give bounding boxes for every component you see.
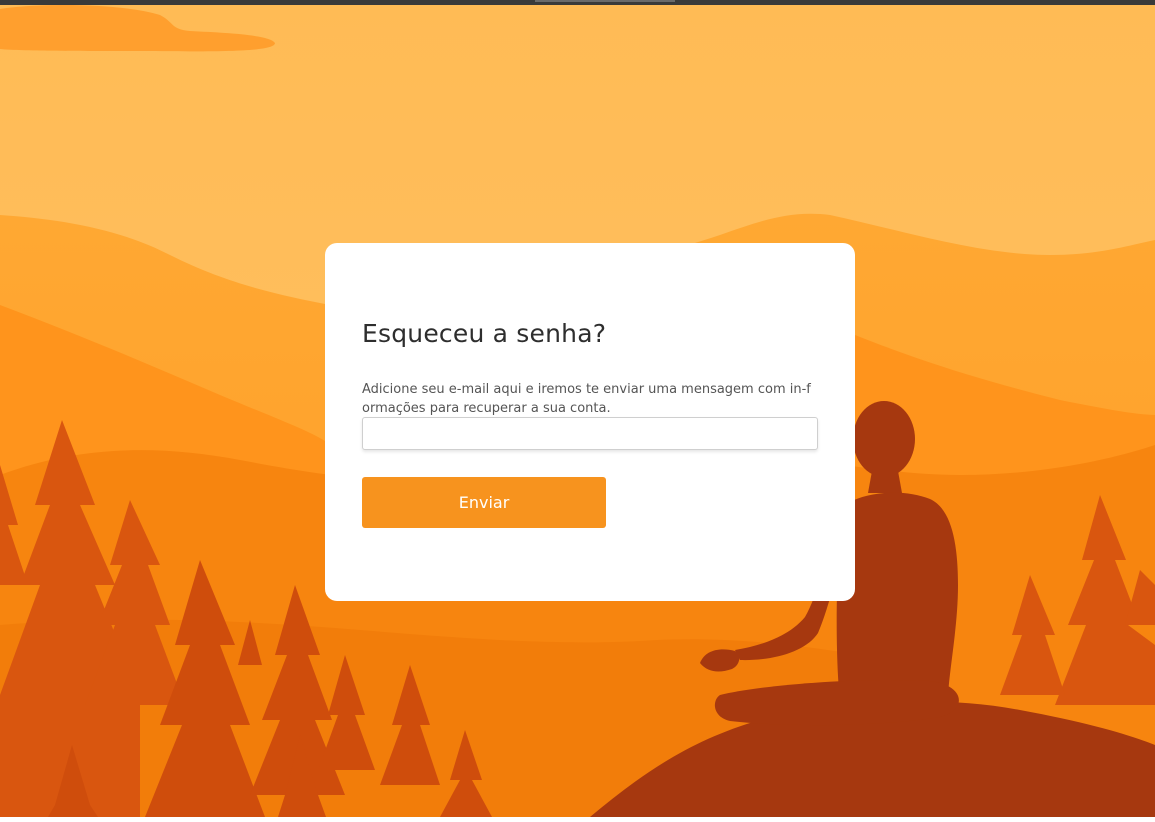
recovery-title: Esqueceu a senha? bbox=[362, 319, 607, 348]
login-page: Esqueceu a senha? Adicione seu e-mail aq… bbox=[0, 0, 1155, 822]
window-bottom-edge bbox=[0, 817, 1155, 822]
email-input[interactable] bbox=[362, 417, 818, 450]
window-tab-indicator bbox=[535, 0, 675, 2]
window-top-bar bbox=[0, 0, 1155, 5]
recovery-description: Adicione seu e-mail aqui e iremos te env… bbox=[362, 382, 811, 416]
submit-button[interactable]: Enviar bbox=[362, 477, 606, 528]
password-recovery-card: Esqueceu a senha? Adicione seu e-mail aq… bbox=[325, 243, 855, 601]
